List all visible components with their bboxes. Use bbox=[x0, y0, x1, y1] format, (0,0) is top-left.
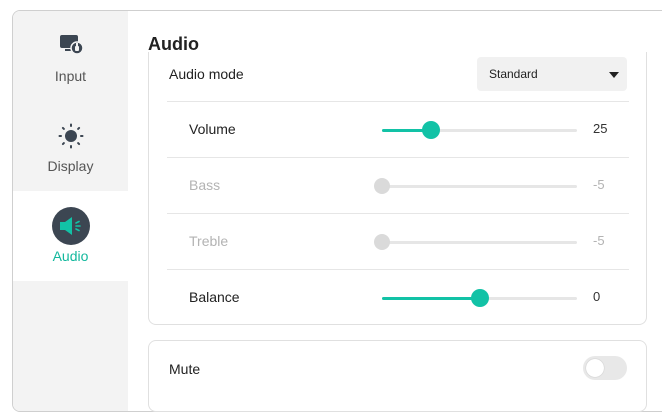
audio-mode-row: Audio mode Standard bbox=[167, 52, 629, 108]
sidebar-item-label: Input bbox=[54, 68, 87, 84]
audio-settings-panel: Audio mode Standard Volume 25 Bass -5 Tr… bbox=[148, 52, 647, 325]
slider-track bbox=[382, 185, 577, 188]
speaker-icon bbox=[13, 206, 128, 246]
volume-label: Volume bbox=[189, 121, 236, 137]
input-source-icon bbox=[13, 33, 128, 55]
sidebar-item-audio[interactable]: Audio bbox=[13, 191, 128, 281]
volume-value: 25 bbox=[593, 121, 608, 136]
balance-slider[interactable] bbox=[382, 288, 577, 308]
treble-row: Treble -5 bbox=[167, 213, 629, 270]
audio-mode-label: Audio mode bbox=[169, 66, 244, 82]
balance-label: Balance bbox=[189, 289, 240, 305]
caret-down-icon bbox=[609, 72, 619, 78]
mute-panel: Mute bbox=[148, 340, 647, 412]
audio-mode-value: Standard bbox=[489, 67, 538, 81]
bass-row: Bass -5 bbox=[167, 157, 629, 214]
sidebar-item-label: Display bbox=[47, 158, 94, 174]
volume-slider[interactable] bbox=[382, 120, 577, 140]
sidebar: Input Display Audio bbox=[13, 11, 128, 411]
sidebar-item-input[interactable]: Input bbox=[13, 11, 128, 101]
toggle-knob bbox=[586, 359, 604, 377]
balance-value: 0 bbox=[593, 289, 601, 304]
treble-slider[interactable] bbox=[374, 232, 577, 252]
slider-thumb[interactable] bbox=[421, 121, 440, 139]
sidebar-item-label: Audio bbox=[52, 248, 89, 264]
balance-row: Balance 0 bbox=[167, 269, 629, 326]
audio-mode-dropdown[interactable]: Standard bbox=[477, 57, 627, 91]
treble-label: Treble bbox=[189, 233, 229, 249]
mute-toggle[interactable] bbox=[583, 356, 627, 380]
volume-row: Volume 25 bbox=[167, 101, 629, 158]
bass-value: -5 bbox=[593, 177, 605, 192]
slider-track bbox=[382, 241, 577, 244]
slider-thumb[interactable] bbox=[374, 234, 390, 250]
mute-label: Mute bbox=[169, 361, 201, 377]
brightness-icon bbox=[13, 123, 128, 149]
slider-thumb[interactable] bbox=[374, 178, 390, 194]
bass-slider[interactable] bbox=[374, 176, 577, 196]
bass-label: Bass bbox=[189, 177, 221, 193]
slider-fill bbox=[382, 297, 480, 300]
slider-thumb[interactable] bbox=[470, 289, 489, 307]
treble-value: -5 bbox=[593, 233, 605, 248]
sidebar-item-display[interactable]: Display bbox=[13, 101, 128, 191]
